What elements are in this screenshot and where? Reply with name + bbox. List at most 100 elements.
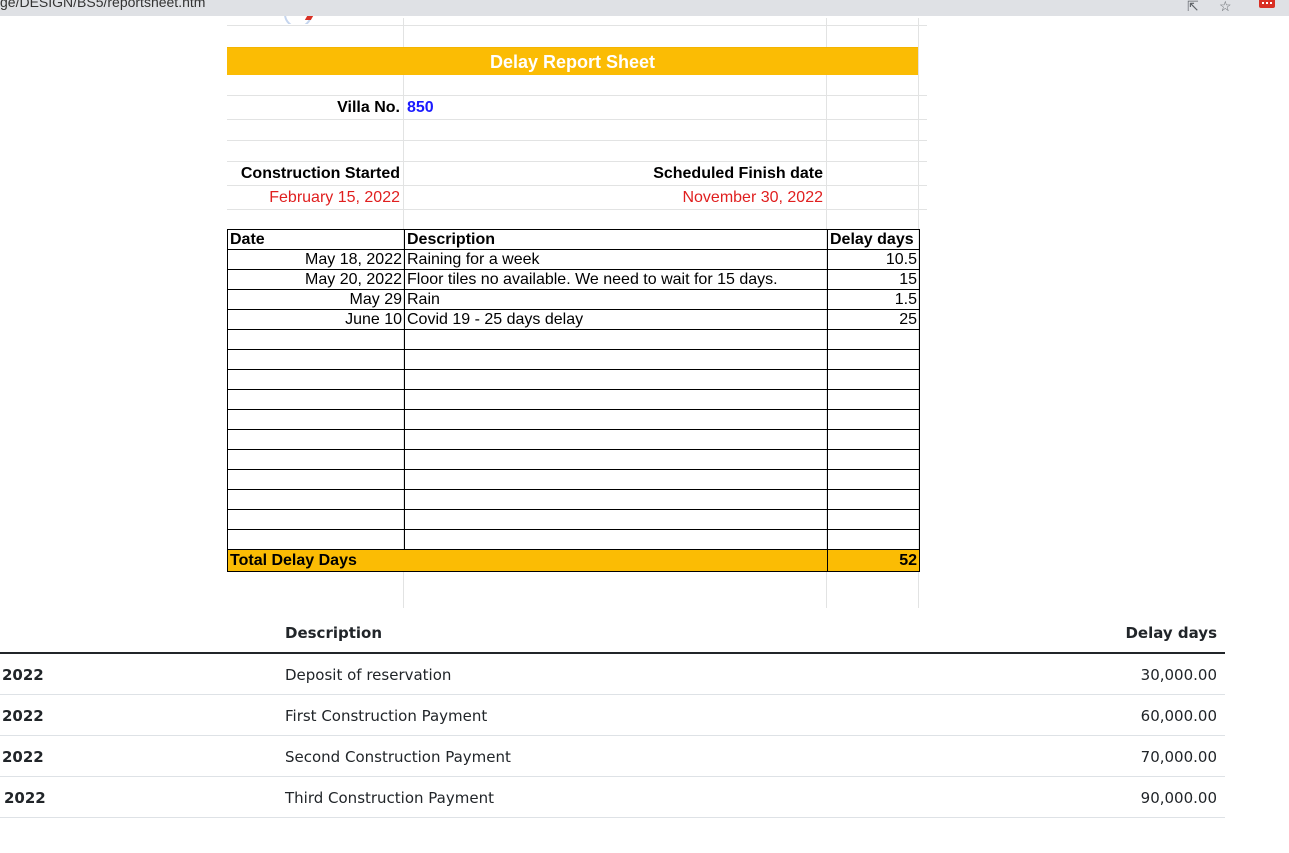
empty-cell[interactable] [404,469,828,490]
payment-amount: 70,000.00 [1140,748,1217,766]
empty-cell[interactable] [404,409,828,430]
empty-cell[interactable] [827,529,920,550]
payments-table-header: Description Delay days [0,612,1225,654]
row-date: May 18, 2022 [227,249,405,270]
empty-cell[interactable] [827,469,920,490]
delay-table: Date Description Delay days May 18, 2022… [227,229,920,572]
address-bar-url[interactable]: ge/DESIGN/BS5/reportsheet.htm [0,0,205,10]
empty-cell[interactable] [227,469,405,490]
empty-cell[interactable] [227,329,405,350]
table-row: May 29 Rain 1.5 [227,289,920,310]
empty-cell[interactable] [827,429,920,450]
payment-amount: 30,000.00 [1140,666,1217,684]
total-label: Total Delay Days [227,549,828,572]
empty-cell[interactable] [827,329,920,350]
sheet-title-bar: Delay Report Sheet [227,47,918,75]
table-row: May 18, 2022 Raining for a week 10.5 [227,249,920,270]
row-date: May 20, 2022 [227,269,405,290]
gridline [227,185,927,186]
empty-row [227,429,920,450]
delay-table-header: Date Description Delay days [227,229,920,250]
villa-number: 850 [407,99,434,116]
empty-cell[interactable] [404,349,828,370]
empty-cell[interactable] [827,369,920,390]
column-header-description: Description [404,229,828,250]
empty-row [227,469,920,490]
row-delay-days: 15 [827,269,920,290]
gridline [227,25,927,26]
empty-cell[interactable] [827,449,920,470]
row-description: Raining for a week [404,249,828,270]
empty-row [227,369,920,390]
empty-cell[interactable] [404,489,828,510]
empty-cell[interactable] [227,509,405,530]
empty-cell[interactable] [827,509,920,530]
empty-cell[interactable] [227,529,405,550]
table-row: 2022 Third Construction Payment 90,000.0… [0,777,1225,818]
table-row: May 20, 2022 Floor tiles no available. W… [227,269,920,290]
villa-label: Villa No. [337,99,400,116]
row-date: June 10 [227,309,405,330]
gridline [227,209,927,210]
empty-row [227,529,920,550]
scheduled-finish-label: Scheduled Finish date [653,165,823,182]
empty-cell[interactable] [227,369,405,390]
empty-cell[interactable] [404,529,828,550]
row-delay-days: 1.5 [827,289,920,310]
payment-description: First Construction Payment [285,707,488,725]
table-row: 2022 Deposit of reservation 30,000.00 [0,654,1225,695]
empty-cell[interactable] [827,409,920,430]
empty-cell[interactable] [404,509,828,530]
empty-cell[interactable] [827,349,920,370]
row-description: Rain [404,289,828,310]
row-delay-days: 25 [827,309,920,330]
column-header-amount: Delay days [1125,624,1217,642]
row-description: Covid 19 - 25 days delay [404,309,828,330]
sheet-title: Delay Report Sheet [489,52,656,72]
empty-cell[interactable] [404,329,828,350]
payment-description: Third Construction Payment [285,789,494,807]
row-date: May 29 [227,289,405,310]
empty-cell[interactable] [227,389,405,410]
table-row: 2022 Second Construction Payment 70,000.… [0,736,1225,777]
payment-date: 2022 [2,707,44,725]
empty-cell[interactable] [227,489,405,510]
empty-row [227,389,920,410]
payment-date: 2022 [2,748,44,766]
extension-icon[interactable] [1259,0,1275,8]
browser-toolbar: ge/DESIGN/BS5/reportsheet.htm ⇱ ☆ [0,0,1289,16]
empty-cell[interactable] [227,349,405,370]
total-row: Total Delay Days 52 [227,549,920,572]
payment-description: Second Construction Payment [285,748,511,766]
empty-cell[interactable] [827,489,920,510]
payment-date: 2022 [4,789,46,807]
empty-row [227,329,920,350]
row-description: Floor tiles no available. We need to wai… [404,269,828,290]
table-row: June 10 Covid 19 - 25 days delay 25 [227,309,920,330]
share-icon[interactable]: ⇱ [1187,0,1199,14]
payment-amount: 60,000.00 [1140,707,1217,725]
column-header-description: Description [285,624,383,642]
empty-row [227,409,920,430]
column-header-delay-days: Delay days [827,229,920,250]
delay-report-sheet: Delay Report Sheet Villa No. 850 Constru… [227,18,927,610]
payment-amount: 90,000.00 [1140,789,1217,807]
empty-cell[interactable] [404,369,828,390]
empty-cell[interactable] [827,389,920,410]
empty-row [227,449,920,470]
scheduled-finish-date: November 30, 2022 [682,189,823,206]
total-value: 52 [827,549,920,572]
construction-started-date: February 15, 2022 [269,189,400,206]
construction-started-label: Construction Started [240,165,400,182]
empty-cell[interactable] [227,429,405,450]
empty-cell[interactable] [404,389,828,410]
empty-row [227,509,920,530]
empty-cell[interactable] [404,429,828,450]
empty-cell[interactable] [227,449,405,470]
empty-cell[interactable] [227,409,405,430]
empty-row [227,349,920,370]
payment-description: Deposit of reservation [285,666,452,684]
gridline [227,140,927,141]
star-icon[interactable]: ☆ [1219,0,1232,14]
empty-cell[interactable] [404,449,828,470]
